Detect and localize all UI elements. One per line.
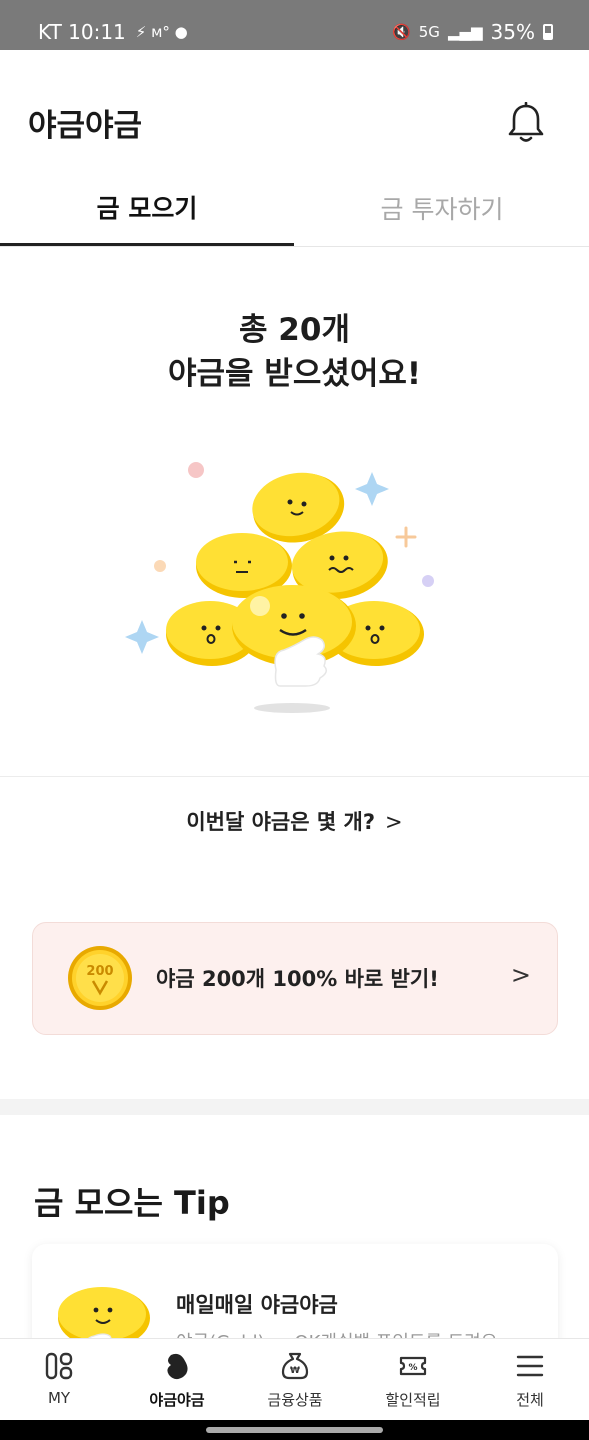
nav-item-discounts[interactable]: % 할인적립 (354, 1339, 472, 1421)
nav-label-discounts: 할인적립 (385, 1391, 441, 1409)
signal-icon: ▂▄▆ (447, 23, 483, 41)
nav-item-my[interactable]: MY (0, 1339, 118, 1421)
app-header: 야금야금 (0, 50, 589, 170)
battery-icon (543, 24, 553, 40)
nav-label-my: MY (47, 1389, 71, 1407)
home-indicator[interactable] (206, 1427, 383, 1433)
svg-text:₩: ₩ (290, 1366, 300, 1376)
mute-icon: 🔇 (392, 23, 411, 41)
section-separator (0, 1099, 589, 1115)
bell-icon[interactable] (507, 102, 545, 144)
hero-title: 총 20개 야금을 받으셨어요! (0, 308, 589, 396)
network-label: 5G (418, 23, 440, 41)
coin-value-label: 200 (86, 964, 113, 979)
nav-item-yagum[interactable]: 야금야금 (118, 1339, 236, 1421)
monthly-count-label: 이번달 야금은 몇 개? (186, 810, 376, 834)
tab-invest-gold[interactable]: 금 투자하기 (295, 170, 589, 246)
tab-collect-gold[interactable]: 금 모으기 (0, 170, 294, 246)
nav-item-financial-products[interactable]: ₩ 금융상품 (236, 1339, 354, 1421)
chevron-right-icon: > (510, 961, 531, 989)
hero-message: 야금을 받으셨어요! (167, 356, 422, 392)
bean-icon (167, 1353, 188, 1380)
nav-item-all[interactable]: 전체 (471, 1339, 589, 1421)
time-label: KT 10:11 (38, 20, 126, 44)
promo-label: 야금 200개 100% 바로 받기! (156, 967, 439, 991)
bottom-navigation: MY 야금야금 ₩ 금융상품 % 할인적립 전체 (0, 1338, 589, 1420)
battery-label: 35% (490, 20, 535, 44)
menu-icon (516, 1355, 544, 1377)
status-bar: KT 10:11 ⚡ ᴍ° ● 🔇 5G ▂▄▆ 35% (0, 0, 589, 50)
nav-label-yagum: 야금야금 (149, 1391, 205, 1409)
my-grid-icon (45, 1352, 73, 1380)
page-title: 야금야금 (28, 108, 143, 144)
bean-pile-illustration (125, 462, 434, 713)
promo-banner[interactable]: 200 야금 200개 100% 바로 받기! > (32, 922, 558, 1035)
nav-label-all: 전체 (516, 1391, 544, 1409)
section-divider (0, 776, 589, 777)
hero-count: 총 20개 (239, 312, 350, 348)
system-navigation-bar (0, 1420, 589, 1440)
gold-coin-icon: 200 (68, 946, 132, 1010)
tip-title: 매일매일 야금야금 (176, 1293, 338, 1317)
monthly-count-link[interactable]: 이번달 야금은 몇 개? > (0, 806, 589, 836)
notification-icons: ⚡ ᴍ° ● (135, 23, 188, 41)
tab-bar: 금 모으기 금 투자하기 (0, 170, 589, 247)
tips-heading: 금 모으는 Tip (34, 1184, 230, 1222)
money-bag-icon: ₩ (281, 1352, 309, 1380)
coupon-icon: % (399, 1356, 427, 1376)
nav-label-financial-products: 금융상품 (267, 1391, 323, 1409)
svg-text:%: % (408, 1363, 417, 1373)
chevron-right-icon: > (385, 810, 403, 834)
